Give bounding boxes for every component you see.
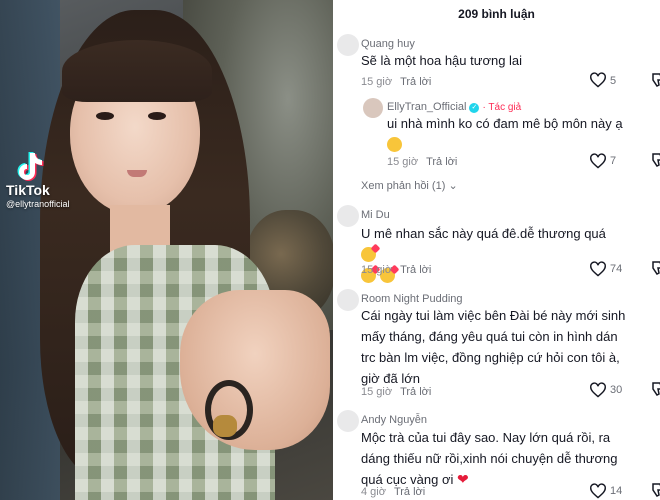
smiling-hearts-emoji-icon [361, 247, 376, 262]
avatar[interactable] [337, 410, 359, 432]
girl-bangs [62, 40, 212, 102]
avatar[interactable] [337, 289, 359, 311]
view-replies-link[interactable]: Xem phản hồi (1) ⌄ [361, 179, 458, 192]
avatar[interactable] [337, 205, 359, 227]
comment-text: Cái ngày tui làm việc bên Đài bé này mới… [361, 308, 626, 386]
comment-meta: 15 giờ Trả lời [387, 156, 457, 168]
reply-button[interactable]: Trả lời [400, 386, 431, 398]
comments-count-title: 209 bình luận [458, 7, 535, 21]
comment-username[interactable]: Room Night Pudding [361, 293, 463, 305]
reply-button[interactable]: Trả lời [426, 156, 457, 168]
comment-time: 15 giờ [361, 76, 393, 88]
like-heart-icon[interactable] [589, 261, 607, 277]
like-heart-icon[interactable] [589, 72, 607, 88]
comment-username[interactable]: Andy Nguyễn [361, 414, 427, 426]
avatar[interactable] [337, 34, 359, 56]
comment-meta: 15 giờ Trả lời [361, 76, 431, 88]
tiktok-handle-label: @ellytranofficial [6, 199, 70, 209]
reply-button[interactable]: Trả lời [394, 486, 425, 498]
comment-text: U mê nhan sắc này quá đê.dễ thương quá [361, 223, 621, 286]
dislike-icon[interactable] [651, 73, 660, 87]
girl-arm [180, 290, 330, 450]
author-tag: · Tác giả [482, 102, 522, 113]
comment-time: 15 giờ [387, 156, 419, 168]
like-heart-icon[interactable] [589, 382, 607, 398]
bracelet-charm [213, 415, 237, 437]
comment-meta: 15 giờ Trả lời [361, 264, 431, 276]
like-count: 7 [610, 155, 617, 167]
dislike-icon[interactable] [651, 483, 660, 497]
comment-meta: 4 giờ Trả lời [361, 486, 425, 498]
dislike-icon[interactable] [651, 153, 660, 167]
girl-eye-left [96, 112, 114, 120]
red-heart-emoji-icon: ❤ [456, 471, 469, 487]
author-avatar[interactable] [363, 98, 383, 118]
reply-button[interactable]: Trả lời [400, 76, 431, 88]
like-heart-icon[interactable] [589, 483, 607, 499]
comments-panel: 209 bình luận Quang huy Sẽ là một hoa hậ… [333, 0, 660, 500]
comment-username[interactable]: Mi Du [361, 209, 390, 221]
verified-badge-icon: ✓ [469, 103, 480, 113]
comment-text: Mộc trà của tui đây sao. Nay lớn quá rồi… [361, 430, 618, 487]
like-heart-icon[interactable] [589, 153, 607, 169]
dislike-icon[interactable] [651, 261, 660, 275]
like-count: 30 [610, 384, 623, 396]
like-count: 74 [610, 263, 623, 275]
video-player[interactable]: TikTok @ellytranofficial [0, 0, 333, 500]
tiktok-logo-icon [17, 152, 44, 181]
like-count: 5 [610, 75, 617, 87]
girl-eye-right [148, 112, 166, 120]
comment-username[interactable]: Quang huy [361, 38, 415, 50]
comment-time: 4 giờ [361, 486, 386, 498]
comment-text: Sẽ là một hoa hậu tương lai [361, 53, 523, 68]
like-count: 14 [610, 485, 623, 497]
comment-time: 15 giờ [361, 386, 393, 398]
comment-meta: 15 giờ Trả lời [361, 386, 431, 398]
reply-button[interactable]: Trả lời [400, 264, 431, 276]
tiktok-brand-label: TikTok [6, 182, 50, 198]
laughing-emoji-icon [387, 137, 402, 152]
dislike-icon[interactable] [651, 382, 660, 396]
comment-time: 15 giờ [361, 264, 393, 276]
comment-username[interactable]: EllyTran_Official ✓ · Tác giả [387, 101, 521, 113]
comment-text: ui nhà mình ko có đam mê bộ môn này ạ [387, 113, 623, 155]
